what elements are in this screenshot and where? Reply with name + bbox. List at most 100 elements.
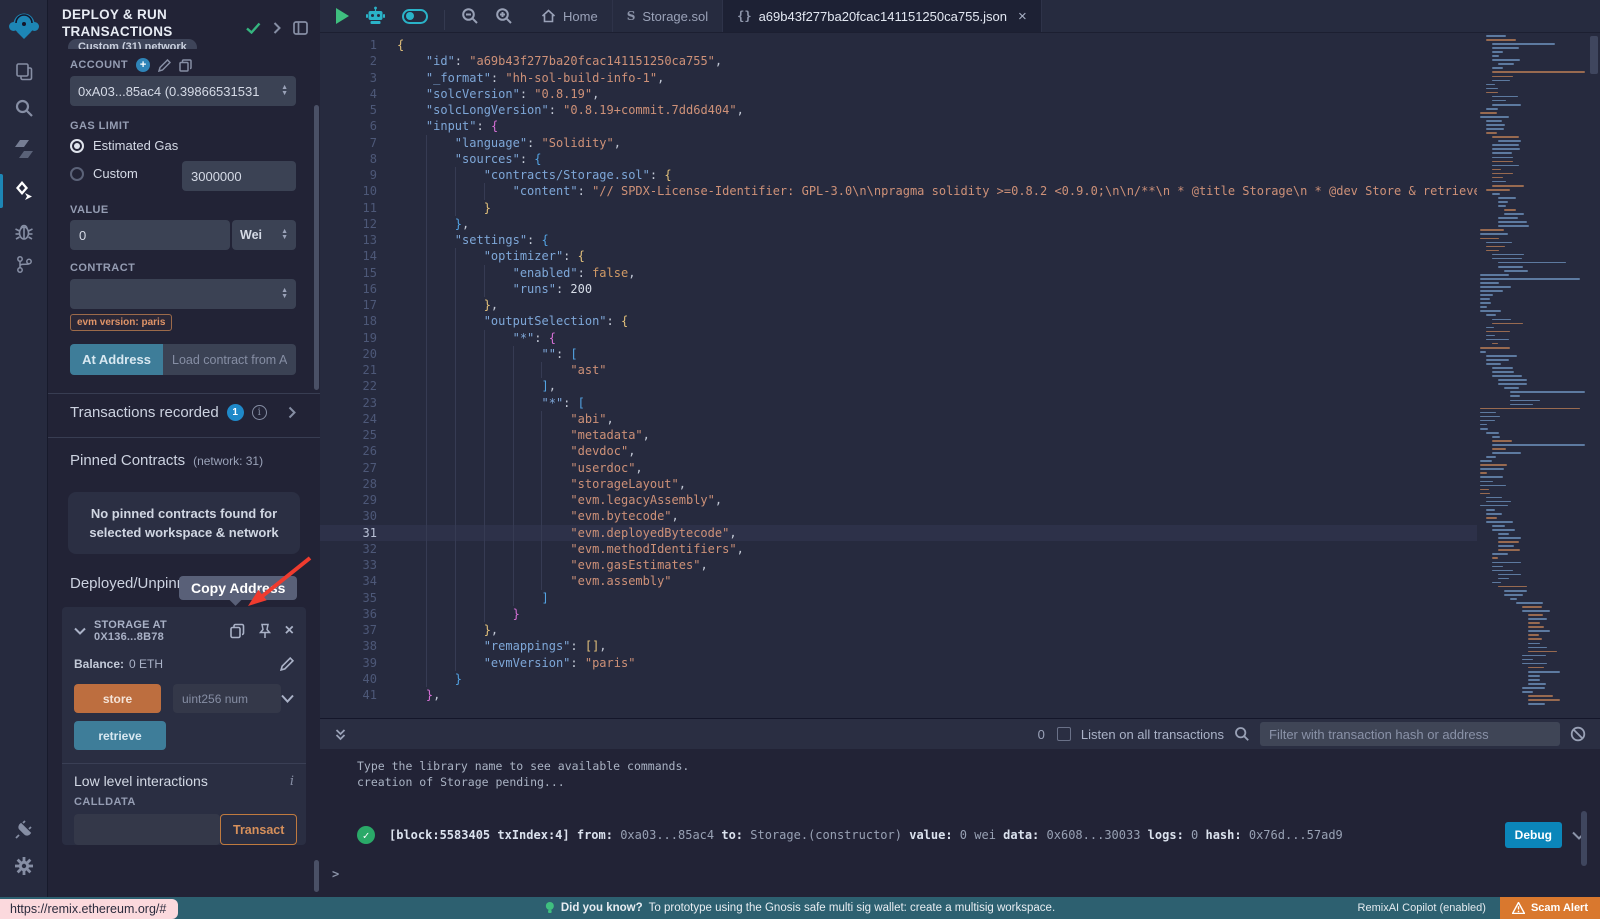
edit-balance-icon[interactable] — [280, 657, 294, 671]
custom-gas-input[interactable] — [182, 161, 296, 191]
code-editor[interactable]: 1234567891011121314151617181920212223242… — [320, 33, 1600, 718]
low-level-title: Low level interactions — [74, 773, 208, 789]
terminal-message: creation of Storage pending... — [357, 774, 1600, 790]
terminal-prompt[interactable]: > — [332, 867, 339, 881]
contract-label: CONTRACT — [70, 262, 135, 274]
listen-transactions-label: Listen on all transactions — [1081, 727, 1224, 742]
account-select[interactable]: 0xA03...85ac4 (0.39866531531 ▲▼ — [70, 76, 296, 106]
debug-button[interactable]: Debug — [1505, 822, 1562, 848]
zoom-out-icon[interactable] — [461, 7, 479, 25]
terminal-scrollbar[interactable] — [1581, 811, 1587, 866]
transaction-log-row[interactable]: ✓ [block:5583405 txIndex:4] from: 0xa03.… — [357, 822, 1586, 848]
account-label: ACCOUNT — [70, 59, 128, 71]
terminal-filter-input[interactable] — [1260, 722, 1560, 746]
icon-bar — [0, 0, 48, 897]
remixai-robot-icon[interactable] — [365, 6, 386, 26]
home-icon — [541, 9, 556, 23]
estimated-gas-radio[interactable] — [70, 139, 84, 153]
search-icon[interactable] — [0, 90, 48, 126]
contract-select[interactable]: ▲▼ — [70, 279, 296, 309]
remix-logo-icon[interactable] — [0, 6, 48, 46]
at-address-button[interactable]: At Address — [70, 344, 163, 375]
terminal-message: Type the library name to see available c… — [357, 749, 1600, 774]
solidity-compiler-icon[interactable] — [0, 131, 48, 167]
copilot-toggle[interactable] — [402, 9, 428, 24]
copy-address-icon[interactable] — [229, 623, 245, 639]
panel-next-chevron-icon[interactable] — [273, 22, 281, 34]
plugin-manager-icon[interactable] — [0, 812, 48, 848]
add-account-icon[interactable]: + — [136, 58, 150, 72]
expand-store-chevron-icon[interactable] — [281, 694, 294, 703]
close-tab-icon[interactable]: × — [1018, 8, 1027, 25]
transactions-count-badge: 1 — [227, 404, 244, 421]
terminal-body[interactable]: Type the library name to see available c… — [320, 749, 1600, 898]
low-level-info-icon[interactable]: i — [290, 774, 294, 789]
tab-bar: Home S Storage.sol {} a69b43f277ba20fcac… — [320, 0, 1600, 33]
terminal-header: 0 Listen on all transactions — [320, 719, 1600, 749]
terminal-search-icon — [1234, 726, 1250, 742]
store-button[interactable]: store — [74, 684, 161, 713]
contract-collapse-chevron-icon[interactable] — [74, 627, 86, 635]
tab-home[interactable]: Home — [527, 0, 613, 32]
json-file-icon: {} — [737, 9, 751, 23]
file-explorer-icon[interactable] — [0, 53, 48, 89]
transactions-expand-chevron-icon[interactable] — [288, 406, 296, 419]
calldata-label: CALLDATA — [74, 796, 294, 808]
balance-label: Balance: — [74, 657, 124, 671]
tab-build-info-json[interactable]: {} a69b43f277ba20fcac141151250ca755.json… — [723, 0, 1042, 32]
account-stepper-icon[interactable]: ▲▼ — [281, 85, 288, 97]
debugger-icon[interactable] — [0, 213, 48, 249]
copy-account-icon[interactable] — [179, 59, 192, 72]
pinned-network-note: (network: 31) — [193, 454, 263, 468]
custom-gas-radio[interactable] — [70, 167, 84, 181]
listen-transactions-checkbox[interactable] — [1057, 727, 1071, 741]
tip-text: To prototype using the Gnosis safe multi… — [649, 902, 1056, 914]
retrieve-button[interactable]: retrieve — [74, 721, 166, 750]
git-icon[interactable] — [0, 246, 48, 282]
panel-scrollbar-lower[interactable] — [314, 860, 319, 892]
evm-version-badge: evm version: paris — [70, 314, 172, 331]
deploy-run-panel: DEPLOY & RUN TRANSACTIONS Custom (31) ne… — [48, 0, 320, 897]
clear-terminal-icon[interactable] — [1570, 726, 1586, 742]
status-bar: Did you know? To prototype using the Gno… — [0, 897, 1600, 919]
tx-success-check-icon: ✓ — [357, 826, 375, 844]
tab-storage-sol[interactable]: S Storage.sol — [613, 0, 723, 32]
estimated-gas-label: Estimated Gas — [93, 138, 178, 153]
settings-gear-icon[interactable] — [0, 848, 48, 884]
gas-limit-label: GAS LIMIT — [70, 120, 130, 132]
edit-account-icon[interactable] — [158, 59, 171, 72]
deployed-contract-card: STORAGE AT 0X136...8B78 × Balance: 0 ETH… — [62, 607, 306, 845]
value-input[interactable] — [70, 220, 230, 250]
tx-summary: [block:5583405 txIndex:4] from: 0xa03...… — [389, 828, 1343, 842]
value-label: VALUE — [70, 204, 109, 216]
pin-panel-icon[interactable] — [293, 21, 308, 35]
network-badge: Custom (31) network — [68, 39, 197, 49]
remove-contract-icon[interactable]: × — [285, 623, 294, 639]
panel-title: DEPLOY & RUN TRANSACTIONS — [62, 7, 212, 41]
divider — [48, 393, 320, 394]
expand-terminal-icon[interactable] — [334, 728, 347, 741]
zoom-in-icon[interactable] — [495, 7, 513, 25]
value-unit-select[interactable]: Wei ▲▼ — [232, 220, 296, 250]
pin-contract-icon[interactable] — [258, 623, 272, 639]
editor-scrollbar[interactable] — [1588, 33, 1600, 718]
calldata-input[interactable] — [74, 814, 220, 845]
store-arg-input[interactable] — [173, 684, 281, 713]
transact-button[interactable]: Transact — [220, 814, 297, 845]
panel-scrollbar[interactable] — [314, 105, 319, 390]
editor-gutter: 1234567891011121314151617181920212223242… — [320, 37, 377, 703]
copilot-status[interactable]: RemixAI Copilot (enabled) — [1358, 902, 1486, 914]
editor-minimap[interactable] — [1477, 33, 1588, 718]
custom-gas-label: Custom — [93, 166, 138, 181]
at-address-input[interactable] — [163, 344, 296, 375]
deploy-run-icon[interactable] — [0, 173, 48, 209]
run-script-icon[interactable] — [336, 8, 349, 24]
link-url-tooltip: https://remix.ethereum.org/# — [0, 899, 178, 919]
transactions-info-icon[interactable]: i — [252, 405, 267, 420]
scam-alert-button[interactable]: Scam Alert — [1500, 897, 1600, 919]
editor-code[interactable]: { "id": "a69b43f277ba20fcac141151250ca75… — [397, 37, 1477, 703]
pending-tx-count: 0 — [1038, 727, 1045, 742]
annotation-arrow — [198, 550, 320, 620]
transactions-recorded-label: Transactions recorded — [70, 404, 219, 421]
divider — [48, 437, 320, 438]
